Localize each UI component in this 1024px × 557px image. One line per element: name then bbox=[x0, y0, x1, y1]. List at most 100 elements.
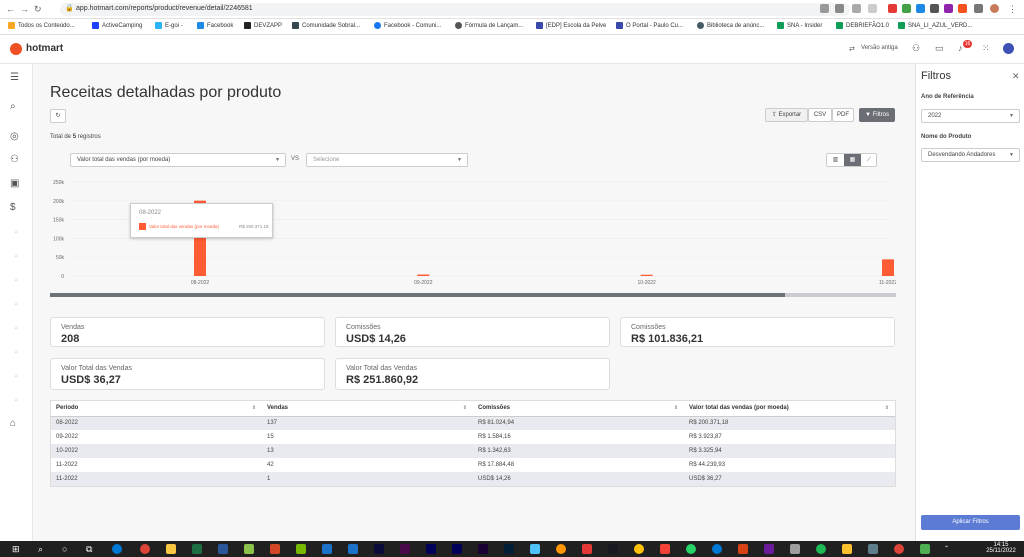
line-chart-icon[interactable]: ⟋ bbox=[861, 154, 877, 166]
pdf-button[interactable]: PDF bbox=[832, 108, 854, 122]
chrome-icon[interactable] bbox=[894, 544, 904, 554]
whatsapp-icon[interactable] bbox=[686, 544, 696, 554]
cortana-icon[interactable]: ○ bbox=[62, 544, 67, 554]
zoom-icon[interactable] bbox=[835, 4, 844, 13]
bookmark[interactable]: E-goi - bbox=[155, 22, 183, 29]
bookmark[interactable]: ActiveCamping bbox=[92, 22, 142, 29]
column-header-commissions[interactable]: Comissões ⇕ bbox=[473, 401, 684, 417]
extension-icon[interactable] bbox=[888, 4, 897, 13]
bookmark[interactable]: DEBRIEFÃO1.0 bbox=[836, 22, 889, 29]
back-icon[interactable]: ← bbox=[6, 4, 15, 14]
powerpoint-icon[interactable] bbox=[270, 544, 280, 554]
task-view-icon[interactable]: ⧉ bbox=[86, 544, 92, 555]
apps-grid-icon[interactable]: ⁙ bbox=[982, 43, 990, 54]
bookmark[interactable]: SNA - Insider bbox=[777, 22, 822, 29]
premiere-icon[interactable] bbox=[426, 544, 436, 554]
filters-button[interactable]: ▼ Filtros bbox=[859, 108, 895, 122]
menu-kebab-icon[interactable]: ⋮ bbox=[1008, 4, 1017, 15]
explorer-icon[interactable] bbox=[166, 544, 176, 554]
switch-icon[interactable]: ⇄ bbox=[849, 45, 855, 53]
column-header-period[interactable]: Período ⇕ bbox=[51, 401, 262, 417]
product-select[interactable]: Desvendando Andadores ▼ bbox=[921, 148, 1020, 162]
address-bar[interactable]: 🔒 app.hotmart.com/reports/product/revenu… bbox=[60, 3, 850, 16]
clock[interactable]: 14:15 25/11/2022 bbox=[986, 542, 1016, 554]
profile-avatar[interactable] bbox=[990, 4, 999, 13]
sort-icon[interactable]: ⇕ bbox=[463, 405, 467, 411]
sort-icon[interactable]: ⇕ bbox=[252, 405, 256, 411]
bookmark[interactable]: SNA_LI_AZUL_VERD... bbox=[898, 22, 972, 29]
extension-icon[interactable] bbox=[958, 4, 967, 13]
bar-chart-icon[interactable]: ▦ bbox=[844, 154, 861, 166]
nav-dot-icon[interactable]: ✧ bbox=[14, 374, 18, 380]
money-icon[interactable]: $ bbox=[10, 202, 16, 213]
app-icon[interactable] bbox=[582, 544, 592, 554]
graduation-icon[interactable]: ⌂ bbox=[10, 418, 16, 429]
app-icon[interactable] bbox=[322, 544, 332, 554]
bookmark[interactable]: Fórmula de Lançam... bbox=[455, 22, 523, 29]
compare-select[interactable]: Selecione ▼ bbox=[306, 153, 468, 167]
nav-dot-icon[interactable]: ✧ bbox=[14, 254, 18, 260]
download-icon[interactable] bbox=[530, 544, 540, 554]
extension-icon[interactable] bbox=[916, 4, 925, 13]
star-icon[interactable] bbox=[868, 4, 877, 13]
chrome-icon[interactable] bbox=[140, 544, 150, 554]
premiere-icon[interactable] bbox=[452, 544, 462, 554]
search-icon[interactable]: ⌕ bbox=[38, 544, 43, 555]
refresh-button[interactable]: ↻ bbox=[50, 109, 66, 123]
app-icon[interactable] bbox=[634, 544, 644, 554]
steam-icon[interactable] bbox=[608, 544, 618, 554]
network-icon[interactable]: ⚇ bbox=[10, 154, 19, 165]
app-icon[interactable] bbox=[348, 544, 358, 554]
search-icon[interactable]: ⌕ bbox=[10, 101, 16, 112]
edge-icon[interactable] bbox=[112, 544, 122, 554]
extension-icon[interactable] bbox=[930, 4, 939, 13]
bar-chart-horizontal-icon[interactable]: ▥ bbox=[827, 154, 844, 166]
after-effects-icon[interactable] bbox=[478, 544, 488, 554]
dashboard-icon[interactable]: ◎ bbox=[10, 131, 19, 142]
spotify-icon[interactable] bbox=[816, 544, 826, 554]
box-icon[interactable]: ▣ bbox=[10, 178, 19, 189]
nav-dot-icon[interactable]: ✧ bbox=[14, 302, 18, 308]
apply-filters-button[interactable]: Aplicar Filtros bbox=[921, 515, 1020, 530]
sidepanel-icon[interactable] bbox=[974, 4, 983, 13]
excel-icon[interactable] bbox=[192, 544, 202, 554]
app-icon[interactable] bbox=[764, 544, 774, 554]
nav-dot-icon[interactable]: ✧ bbox=[14, 350, 18, 356]
windows-start-icon[interactable]: ⊞ bbox=[12, 544, 20, 555]
forward-icon[interactable]: → bbox=[20, 4, 29, 14]
nav-dot-icon[interactable]: ✧ bbox=[14, 326, 18, 332]
app-icon[interactable] bbox=[790, 544, 800, 554]
app-icon[interactable] bbox=[556, 544, 566, 554]
year-select[interactable]: 2022 ▼ bbox=[921, 109, 1020, 123]
column-header-total-value[interactable]: Valor total das vendas (por moeda) ⇕ bbox=[684, 401, 895, 417]
media-encoder-icon[interactable] bbox=[374, 544, 384, 554]
hamburger-menu-icon[interactable]: ☰ bbox=[10, 72, 19, 83]
chart-scrollbar[interactable] bbox=[50, 293, 896, 297]
users-icon[interactable]: ⚇ bbox=[912, 43, 920, 54]
old-version-link[interactable]: Versão antiga bbox=[861, 45, 898, 51]
close-icon[interactable]: ✕ bbox=[1012, 71, 1020, 82]
export-button[interactable]: ⇪ Exportar bbox=[765, 108, 808, 122]
bookmark[interactable]: Comunidade Sobral... bbox=[292, 22, 360, 29]
app-icon[interactable] bbox=[738, 544, 748, 554]
bookmark[interactable]: [EDP] Escola da Pelve bbox=[536, 22, 606, 29]
sort-icon[interactable]: ⇕ bbox=[885, 405, 889, 411]
bookmark[interactable]: Facebook bbox=[197, 22, 233, 29]
app-icon[interactable] bbox=[868, 544, 878, 554]
reload-icon[interactable]: ↻ bbox=[34, 4, 42, 15]
bookmark[interactable]: Todos os Conteúdo... bbox=[8, 22, 75, 29]
app-icon[interactable] bbox=[244, 544, 254, 554]
chart-scrollbar-thumb[interactable] bbox=[50, 293, 785, 297]
chat-icon[interactable]: ▭ bbox=[935, 43, 944, 54]
user-avatar[interactable] bbox=[1003, 43, 1014, 54]
nav-dot-icon[interactable]: ✧ bbox=[14, 278, 18, 284]
csv-button[interactable]: CSV bbox=[808, 108, 832, 122]
app-icon[interactable] bbox=[660, 544, 670, 554]
photoshop-icon[interactable] bbox=[504, 544, 514, 554]
column-header-sales[interactable]: Vendas ⇕ bbox=[262, 401, 473, 417]
edge-icon[interactable] bbox=[712, 544, 722, 554]
bookmark[interactable]: Facebook - Comuni... bbox=[374, 22, 441, 29]
extension-icon[interactable] bbox=[902, 4, 911, 13]
app-icon[interactable] bbox=[920, 544, 930, 554]
bell-icon[interactable]: ♪ bbox=[958, 43, 963, 53]
